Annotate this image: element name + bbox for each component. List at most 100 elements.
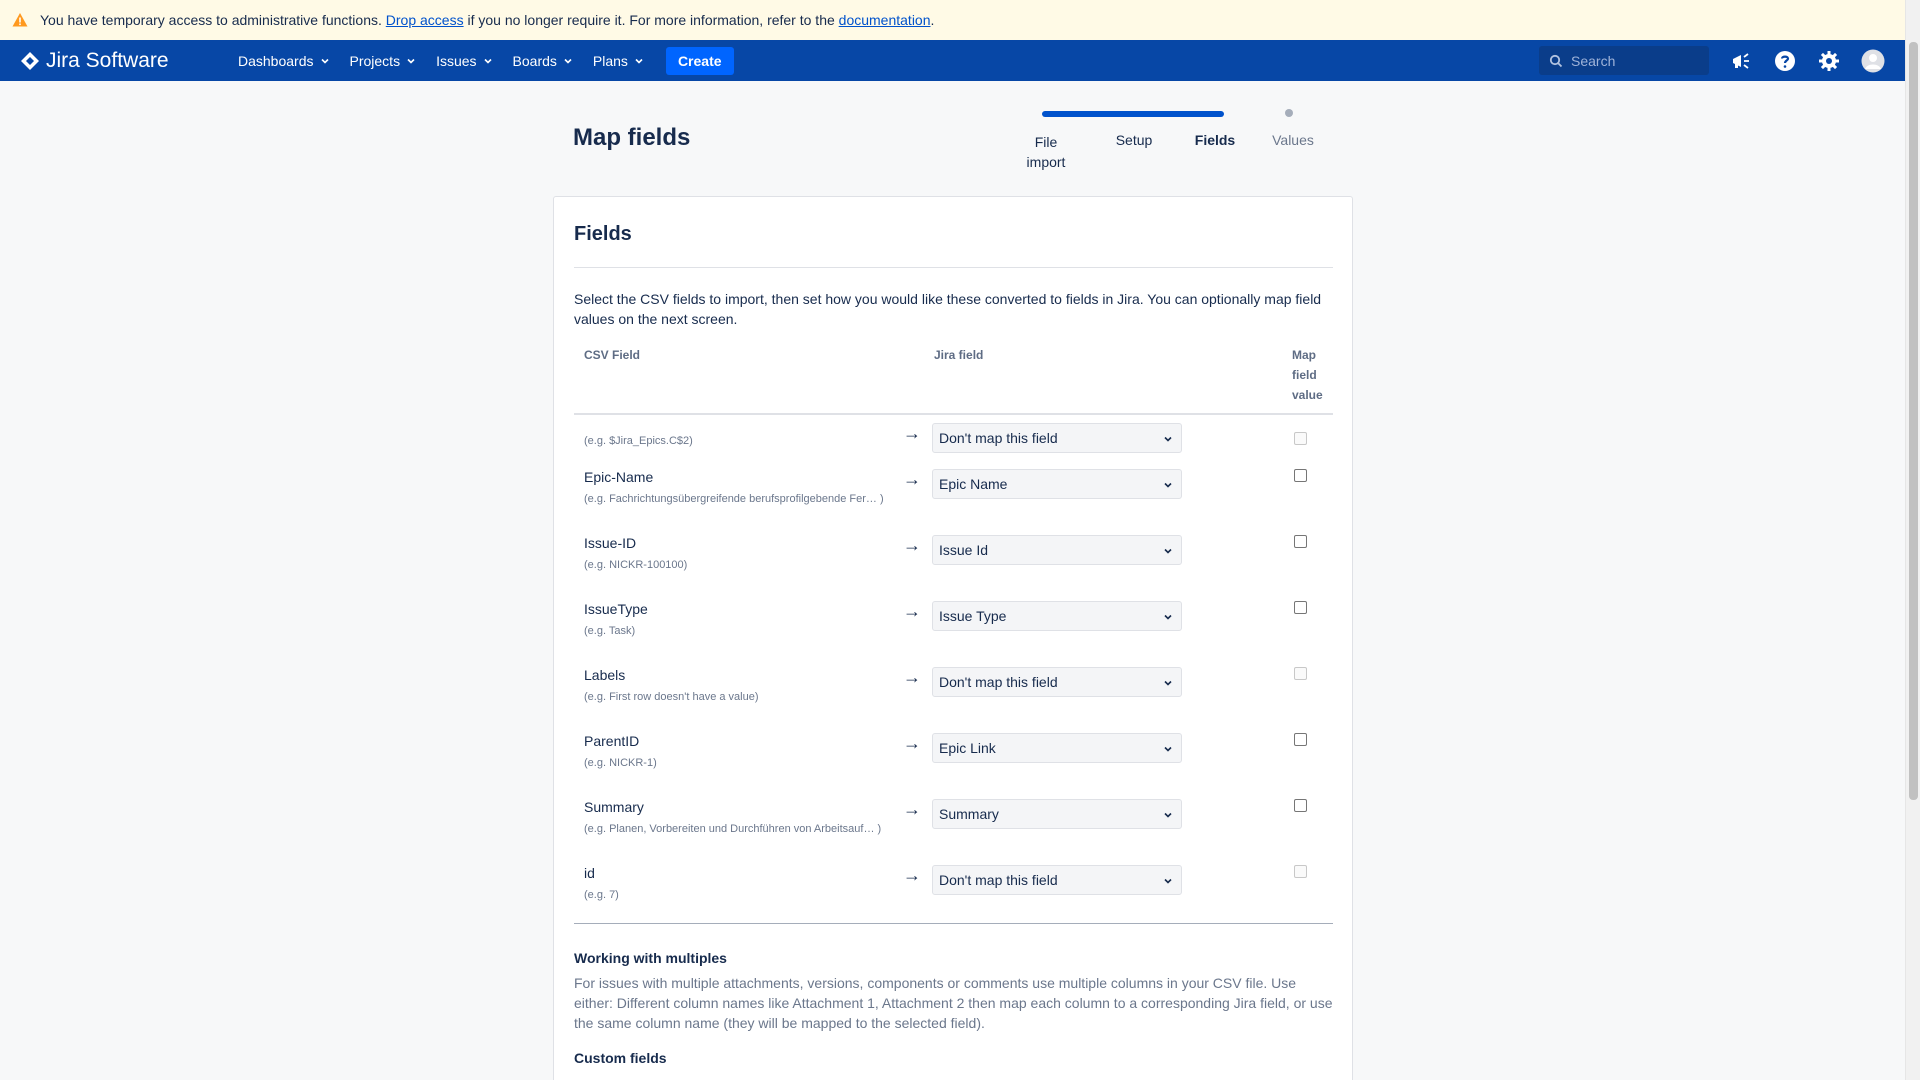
jira-field-selected: Issue Type [939,608,1007,624]
chevron-down-icon [407,58,415,64]
tracker-future-dot [1285,109,1293,117]
tracker-step-file-import: File import [1026,134,1066,170]
mapping-arrow: → [903,733,921,753]
column-header-csv: CSV Field [584,348,641,362]
table-row: Labels (e.g. First row doesn't have a va… [574,667,1334,733]
profile-button[interactable] [1861,49,1885,73]
map-field-value-checkbox [1294,432,1307,445]
csv-field-name: Summary [584,799,644,815]
gear-icon [1819,51,1839,71]
admin-access-banner: You have temporary access to administrat… [0,0,1920,40]
tracker-progress-bar [1042,111,1224,117]
multiples-heading: Working with multiples [574,950,727,966]
nav-issues-label: Issues [436,52,477,69]
nav-plans[interactable]: Plans [593,53,644,69]
nav-projects[interactable]: Projects [350,53,417,69]
csv-field-example: (e.g. Fachrichtungsübergreifende berufsp… [584,493,884,505]
csv-field-name: ParentID [584,733,640,749]
csv-field-name: Labels [584,667,626,683]
map-field-value-checkbox[interactable] [1294,601,1307,614]
banner-text-before: You have temporary access to administrat… [40,12,382,28]
chevron-down-icon [1164,812,1172,818]
nav-dashboards-label: Dashboards [238,52,314,69]
table-row: Summary (e.g. Planen, Vorbereiten und Du… [574,799,1334,865]
scrollbar-thumb[interactable] [1909,42,1918,800]
jira-field-select[interactable]: Epic Link [932,733,1182,763]
chevron-down-icon [1164,482,1172,488]
drop-access-link[interactable]: Drop access [386,12,464,28]
table-row: Issue-ID (e.g. NICKR-100100) → Issue Id [574,535,1334,601]
jira-diamond-icon [21,51,39,70]
csv-field-example: (e.g. NICKR-100100) [584,559,688,571]
nav-boards-label: Boards [512,52,557,69]
column-header-jira: Jira field [934,348,984,362]
mapping-arrow: → [903,667,921,687]
map-field-value-checkbox[interactable] [1294,535,1307,548]
table-row: IssueType (e.g. Task) → Issue Type [574,601,1334,667]
search-icon [1549,54,1563,67]
jira-field-select[interactable]: Issue Id [932,535,1182,565]
map-field-value-checkbox[interactable] [1294,799,1307,812]
table-row: Epic-Name (e.g. Fachrichtungsübergreifen… [574,469,1334,535]
nav-boards[interactable]: Boards [513,53,573,69]
mapping-arrow: → [903,423,921,443]
csv-field-name: Issue-ID [584,535,637,551]
chevron-down-icon [1164,746,1172,752]
page-title: Map fields [573,124,691,151]
map-field-value-checkbox [1294,865,1307,878]
panel-title: Fields [574,223,632,245]
column-header-map-value: Map field value [1292,348,1323,402]
custom-fields-heading: Custom fields [574,1050,667,1066]
chevron-down-icon [483,58,492,64]
create-button[interactable]: Create [665,46,734,75]
jira-field-selected: Don't map this field [939,430,1058,446]
tracker-step-setup: Setup [1115,132,1153,148]
nav-plans-label: Plans [592,52,628,69]
notifications-button[interactable] [1729,49,1753,73]
nav-issues[interactable]: Issues [436,53,492,69]
settings-button[interactable] [1817,49,1841,73]
progress-tracker: File import Setup Fields Values [1010,108,1330,178]
nav-dashboards[interactable]: Dashboards [238,53,330,69]
multiples-text: For issues with multiple attachments, ve… [574,975,1333,1031]
csv-field-example: (e.g. Planen, Vorbereiten und Durchführe… [584,823,882,835]
tracker-step-fields: Fields [1194,132,1236,148]
jira-logo[interactable]: Jira Software [20,49,210,73]
chevron-down-icon [1164,436,1172,442]
warning-icon [12,13,28,27]
chevron-down-icon [635,58,643,64]
jira-field-selected: Summary [939,806,999,822]
banner-text-middle: if you no longer require it. For more in… [467,12,835,28]
jira-field-select[interactable]: Epic Name [932,469,1182,499]
chevron-down-icon [564,58,572,64]
documentation-link[interactable]: documentation [839,12,931,28]
chevron-down-icon [1164,878,1172,884]
table-bottom-divider [574,923,1333,924]
banner-text-after: . [930,12,935,28]
map-field-value-checkbox [1294,667,1307,680]
fields-panel: Fields Select the CSV fields to import, … [553,196,1353,1080]
map-field-value-checkbox[interactable] [1294,733,1307,746]
chevron-down-icon [1164,614,1172,620]
jira-field-selected: Epic Name [939,476,1008,492]
csv-field-example: (e.g. $Jira_Epics.C$2) [584,435,693,447]
csv-field-example: (e.g. Task) [584,625,636,637]
map-field-value-checkbox[interactable] [1294,469,1307,482]
jira-field-select[interactable]: Don't map this field [932,667,1182,697]
csv-field-example: (e.g. 7) [584,889,619,901]
chevron-down-icon [320,58,329,64]
top-navigation: Jira Software Dashboards Projects Issues… [0,40,1905,81]
table-row: (e.g. $Jira_Epics.C$2) → Don't map this … [574,423,1334,463]
search-box [1539,46,1709,75]
jira-field-select[interactable]: Summary [932,799,1182,829]
help-button[interactable] [1773,49,1797,73]
nav-projects-label: Projects [349,52,401,69]
jira-field-select[interactable]: Issue Type [932,601,1182,631]
search-input[interactable] [1571,52,1701,69]
jira-field-select[interactable]: Don't map this field [932,865,1182,895]
csv-field-name: Epic-Name [584,469,654,485]
jira-field-select[interactable]: Don't map this field [932,423,1182,453]
csv-field-name: id [584,865,595,881]
csv-field-example: (e.g. First row doesn't have a value) [584,691,759,703]
page-scrollbar[interactable] [1905,0,1920,1080]
